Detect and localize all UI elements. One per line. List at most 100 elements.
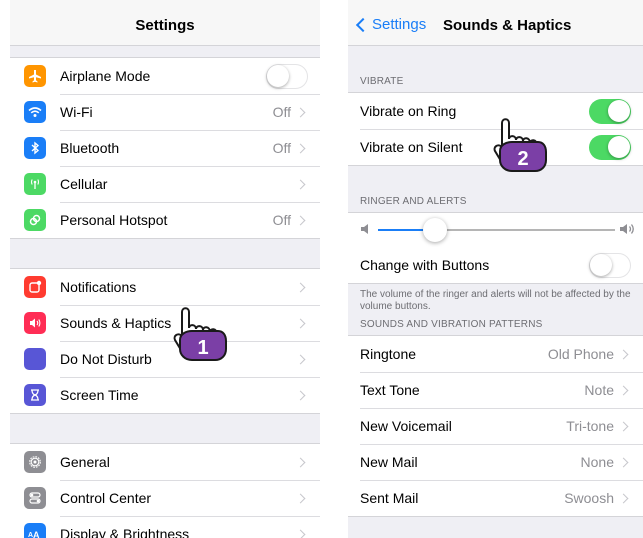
settings-row-label: Display & Brightness [60,526,190,538]
settings-group-general: General Control Center A A Display & Brightn… [10,443,320,538]
chevron-right-icon [618,493,629,503]
settings-row-label: Wi-Fi [60,104,93,120]
settings-row-display-and-brightness[interactable]: A A Display & Brightness [10,516,320,538]
chevron-right-icon [618,457,629,467]
pattern-row-ringtone[interactable]: Ringtone Old Phone [348,336,643,372]
settings-navbar: Settings [10,0,320,46]
pattern-row-label: Ringtone [360,346,417,362]
sounds-icon [24,312,46,334]
settings-row-cellular[interactable]: Cellular [10,166,320,202]
volume-high-icon [620,224,634,234]
chevron-right-icon [295,282,306,292]
vibrate-on-ring-toggle[interactable] [589,98,631,124]
settings-row-value: Off [272,212,291,228]
chevron-left-icon [355,17,371,32]
settings-screen: Settings Airplane Mode Wi-Fi Off Bluetooth O… [10,0,320,538]
ringer-note: The volume of the ringer and alerts will… [360,289,631,312]
pattern-row-value: Swoosh [564,490,614,506]
vibrate-row-label: Vibrate on Ring [360,103,457,119]
settings-row-bluetooth[interactable]: Bluetooth Off [10,130,320,166]
settings-row-value: Off [272,104,291,120]
ringer-volume-slider[interactable] [348,213,643,247]
chevron-right-icon [295,457,306,467]
chevron-right-icon [295,107,306,117]
toggle-knob [608,99,630,122]
page-title: Settings [135,17,195,34]
sounds-haptics-screen: Settings Sounds & Haptics VIBRATE Vibrat… [348,0,643,538]
moon-icon [24,348,46,370]
settings-row-notifications[interactable]: Notifications [10,269,320,305]
callout-step1-label: 1 [197,337,208,359]
settings-row-label: Notifications [60,279,137,295]
pattern-row-label: New Voicemail [360,418,452,434]
settings-row-screen-time[interactable]: Screen Time [10,377,320,413]
chevron-right-icon [295,493,306,503]
toggle-knob [267,64,289,87]
back-button[interactable]: Settings [354,16,426,33]
pattern-row-new-mail[interactable]: New Mail None [348,444,643,480]
chevron-right-icon [295,390,306,400]
settings-row-label: Control Center [60,490,152,506]
settings-row-value: Off [272,140,291,156]
settings-row-label: Personal Hotspot [60,212,168,228]
vibrate-on-silent-toggle[interactable] [589,134,631,160]
airplane-icon [24,65,46,87]
svg-text:A: A [33,530,40,538]
settings-row-label: General [60,454,110,470]
settings-row-label: Cellular [60,176,108,192]
sounds-navbar: Settings Sounds & Haptics [348,0,643,46]
chevron-right-icon [295,179,306,189]
settings-row-personal-hotspot[interactable]: Personal Hotspot Off [10,202,320,238]
patterns-group: Ringtone Old Phone Text Tone Note New Voicem… [348,335,643,517]
pattern-row-label: Sent Mail [360,490,419,506]
bluetooth-icon [24,137,46,159]
settings-row-sounds-and-haptics[interactable]: Sounds & Haptics [10,305,320,341]
airplane-mode-toggle[interactable] [266,63,308,89]
settings-row-do-not-disturb[interactable]: Do Not Disturb [10,341,320,377]
cellular-icon [24,173,46,195]
chevron-right-icon [295,318,306,328]
change-with-buttons-row[interactable]: Change with Buttons [348,247,643,283]
pattern-row-value: Tri-tone [566,418,614,434]
chevron-right-icon [618,385,629,395]
settings-row-control-center[interactable]: Control Center [10,480,320,516]
toggle-knob [590,253,612,276]
slider-thumb[interactable] [422,218,447,242]
vibrate-header: VIBRATE [360,76,404,87]
change-with-buttons-toggle[interactable] [589,252,631,278]
chevron-right-icon [295,143,306,153]
pattern-row-label: Text Tone [360,382,420,398]
chevron-right-icon [618,421,629,431]
callout-step2-label: 2 [517,148,528,170]
settings-row-airplane-mode[interactable]: Airplane Mode [10,58,320,94]
settings-group-connectivity: Airplane Mode Wi-Fi Off Bluetooth Off Cellula… [10,57,320,239]
display-icon: AA [24,523,46,538]
pattern-row-value: None [580,454,614,470]
settings-group-notifications: Notifications Sounds & Haptics Do Not Dist… [10,268,320,414]
change-with-buttons-label: Change with Buttons [360,257,490,273]
chevron-right-icon [618,349,629,359]
slider-track [378,218,615,242]
patterns-header: SOUNDS AND VIBRATION PATTERNS [360,319,543,330]
pattern-row-value: Note [584,382,614,398]
ringer-group: Change with Buttons [348,212,643,284]
page-title: Sounds & Haptics [443,17,572,34]
chevron-right-icon [295,529,306,538]
settings-row-label: Airplane Mode [60,68,151,84]
pattern-row-label: New Mail [360,454,418,470]
back-button-label: Settings [372,16,427,33]
hotspot-icon [24,209,46,231]
toggle-knob [608,135,630,158]
settings-row-general[interactable]: General [10,444,320,480]
chevron-right-icon [295,354,306,364]
pattern-row-text-tone[interactable]: Text Tone Note [348,372,643,408]
settings-row-label: Screen Time [60,387,139,403]
settings-row-label: Bluetooth [60,140,120,156]
pointing-hand-icon-step1: 1 [173,307,227,361]
notifications-icon [24,276,46,298]
settings-row-wi-fi[interactable]: Wi-Fi Off [10,94,320,130]
pattern-row-new-voicemail[interactable]: New Voicemail Tri-tone [348,408,643,444]
pattern-row-sent-mail[interactable]: Sent Mail Swoosh [348,480,643,516]
wifi-icon [24,101,46,123]
pointing-hand-icon-step2: 2 [493,118,547,172]
